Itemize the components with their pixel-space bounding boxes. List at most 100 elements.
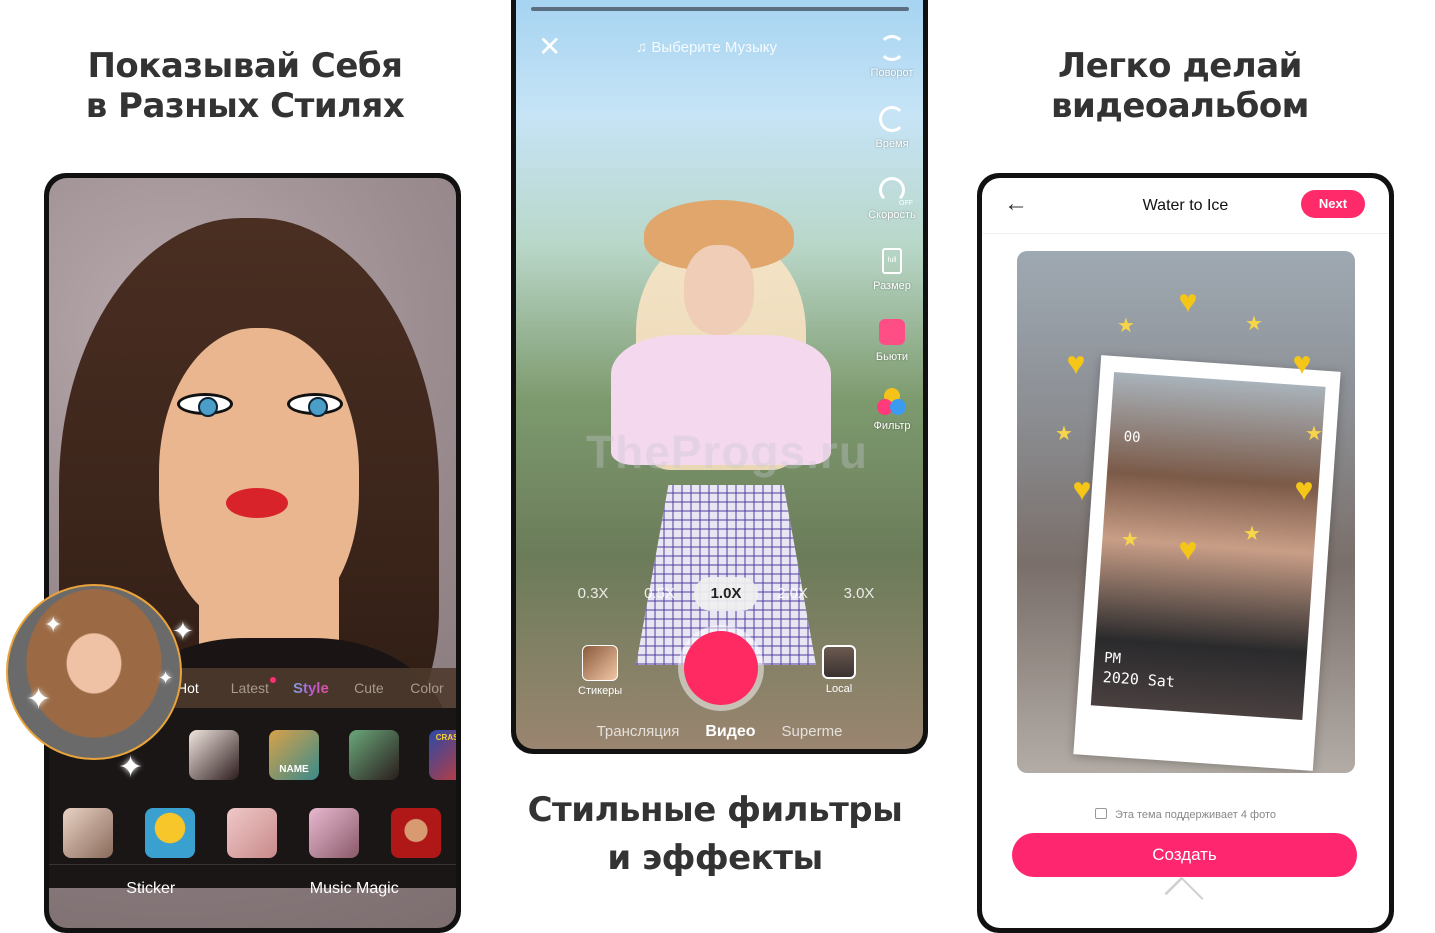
speed-off-badge: OFF	[899, 200, 913, 207]
effect-flower-girl[interactable]	[309, 808, 359, 858]
tool-timer[interactable]: Время	[861, 106, 923, 175]
headline-right-line-1: Легко делай	[1057, 46, 1303, 86]
tool-size-label: Размер	[873, 280, 911, 292]
record-button[interactable]	[684, 631, 758, 705]
speed-icon: OFF	[877, 177, 913, 207]
effect-cat-ears[interactable]	[227, 808, 277, 858]
zoom-option[interactable]: 2.0X	[761, 577, 825, 611]
star-sticker-icon: ★	[1117, 315, 1135, 337]
new-badge-dot	[269, 677, 276, 683]
tab-music-magic[interactable]: Music Magic	[253, 868, 457, 898]
crash-badge-text: CRASH!!!	[435, 733, 456, 742]
mode-tab-broadcast[interactable]: Трансляция	[597, 723, 680, 741]
sparkle-icon: ✦	[172, 616, 194, 646]
headline-middle-line-1: Стильные фильтры	[527, 790, 903, 830]
zoom-option[interactable]: 0.5X	[628, 577, 692, 611]
album-editor-screen: ← Water to Ice Next 00 PM 2020 Sat ♥ ♥ ♥…	[982, 178, 1389, 928]
category-tab-style[interactable]: Style	[282, 680, 340, 697]
category-tab-latest-label: Latest	[230, 680, 269, 696]
timer-icon	[877, 106, 907, 136]
headline-right: Легко делай видеоальбом	[1010, 46, 1350, 126]
headline-left-line-1: Показывай Себя	[87, 46, 403, 86]
local-label: Local	[825, 683, 853, 695]
tool-filter-label: Фильтр	[873, 420, 911, 432]
polaroid-frame: 00 PM 2020 Sat	[1073, 355, 1341, 771]
next-button[interactable]: Next	[1301, 190, 1365, 218]
capture-mode-tabs: Трансляция Видео Superme	[516, 723, 923, 741]
bottom-tabs: Sticker Music Magic	[49, 868, 456, 898]
create-button[interactable]: Создать	[1012, 833, 1357, 877]
sparkle-icon: ✦	[158, 668, 174, 688]
tool-timer-label: Время	[875, 138, 909, 150]
zoom-option[interactable]: 0.3X	[561, 577, 625, 611]
name-badge-text: NAME	[279, 764, 309, 775]
headline-middle-line-2: и эффекты	[607, 838, 823, 878]
camera-tools: Поворот Время OFF Скорость full Размер Б…	[861, 33, 923, 457]
phone-video-album-screen: ← Water to Ice Next 00 PM 2020 Sat ♥ ♥ ♥…	[977, 173, 1394, 933]
tool-size[interactable]: full Размер	[861, 248, 923, 317]
select-music-button[interactable]: ♫ Выберите Музыку	[636, 39, 777, 56]
cartoon-eye-left	[177, 393, 233, 417]
photo-hint-text: Эта тема поддерживает 4 фото	[1115, 809, 1276, 821]
recording-progress-bar	[531, 7, 909, 11]
nav-bar: ← Water to Ice Next	[982, 178, 1389, 234]
headline-middle: Стильные фильтры и эффекты	[505, 786, 925, 882]
tab-sticker[interactable]: Sticker	[49, 868, 253, 898]
effect-name-comic[interactable]: NAME	[269, 730, 319, 780]
cartoon-eye-right	[287, 393, 343, 417]
overlay-text-pm: PM	[1103, 650, 1122, 668]
category-tab-hot[interactable]: Hot	[177, 680, 224, 696]
heart-sticker-icon: ♥	[1294, 471, 1314, 507]
stickers-thumbnail	[582, 645, 619, 681]
tool-filter[interactable]: Фильтр	[861, 388, 923, 457]
heart-sticker-icon: ♥	[1072, 471, 1092, 507]
tool-speed[interactable]: OFF Скорость	[861, 177, 923, 246]
headline-left-line-2: в Разных Стилях	[85, 86, 405, 126]
effect-heart-eyes-emoji[interactable]	[145, 808, 195, 858]
size-full-badge: full	[882, 248, 902, 274]
zoom-selector: 0.3X 0.5X 1.0X 2.0X 3.0X	[561, 575, 891, 613]
local-thumbnail	[822, 645, 856, 679]
effect-crash-comic[interactable]: CRASH!!!	[429, 730, 456, 780]
beauty-icon	[877, 319, 907, 349]
stickers-button[interactable]: Стикеры	[578, 645, 622, 697]
cartoon-lips	[226, 488, 288, 518]
heart-sticker-icon: ♥	[1066, 345, 1086, 381]
size-icon: full	[877, 248, 907, 278]
phone-camera-screen: ✕ ♫ Выберите Музыку Поворот Время OFF Ск…	[511, 0, 928, 754]
tool-beauty[interactable]: Бьюти	[861, 319, 923, 388]
original-selfie-bubble: ✦ ✦ ✦	[6, 584, 182, 760]
effect-comic-girl-1[interactable]	[189, 730, 239, 780]
heart-sticker-icon: ♥	[1292, 345, 1312, 381]
photo-count-hint: Эта тема поддерживает 4 фото	[982, 808, 1389, 821]
category-tab-color[interactable]: Color	[398, 680, 456, 696]
effect-masked-cat[interactable]	[391, 808, 441, 858]
tool-rotate[interactable]: Поворот	[861, 35, 923, 104]
phone-style-screen: Hot Latest Style Cute Color NAME CRASH!!…	[44, 173, 461, 933]
mode-tab-video[interactable]: Видео	[705, 723, 755, 741]
local-gallery-button[interactable]: Local	[822, 645, 856, 695]
sparkle-icon: ✦	[118, 751, 144, 784]
template-preview[interactable]: 00 PM 2020 Sat ♥ ♥ ♥ ♥ ♥ ♥ ★ ★ ★ ★ ★ ★	[1017, 251, 1355, 773]
star-sticker-icon: ★	[1055, 423, 1073, 445]
overlay-text-date: 2020 Sat	[1102, 668, 1176, 692]
sparkle-icon: ✦	[44, 612, 63, 637]
category-tab-latest[interactable]: Latest	[224, 677, 282, 696]
camera-viewfinder: ✕ ♫ Выберите Музыку Поворот Время OFF Ск…	[516, 0, 923, 749]
watermark: TheProgs.ru	[586, 426, 868, 478]
zoom-option[interactable]: 3.0X	[827, 577, 891, 611]
heart-sticker-icon: ♥	[1178, 531, 1198, 567]
rotate-icon	[877, 35, 907, 65]
zoom-option-selected[interactable]: 1.0X	[694, 577, 758, 611]
star-sticker-icon: ★	[1245, 313, 1263, 335]
tool-beauty-label: Бьюти	[875, 351, 909, 363]
mode-tab-superme[interactable]: Superme	[782, 723, 843, 741]
style-camera-screen: Hot Latest Style Cute Color NAME CRASH!!…	[49, 178, 456, 928]
star-sticker-icon: ★	[1243, 523, 1261, 545]
close-icon[interactable]: ✕	[538, 33, 561, 61]
headline-left: Показывай Себя в Разных Стилях	[60, 46, 430, 126]
effect-comic-girl-2[interactable]	[349, 730, 399, 780]
star-sticker-icon: ★	[1121, 529, 1139, 551]
effect-blonde-selfie[interactable]	[63, 808, 113, 858]
category-tab-cute[interactable]: Cute	[340, 680, 398, 696]
